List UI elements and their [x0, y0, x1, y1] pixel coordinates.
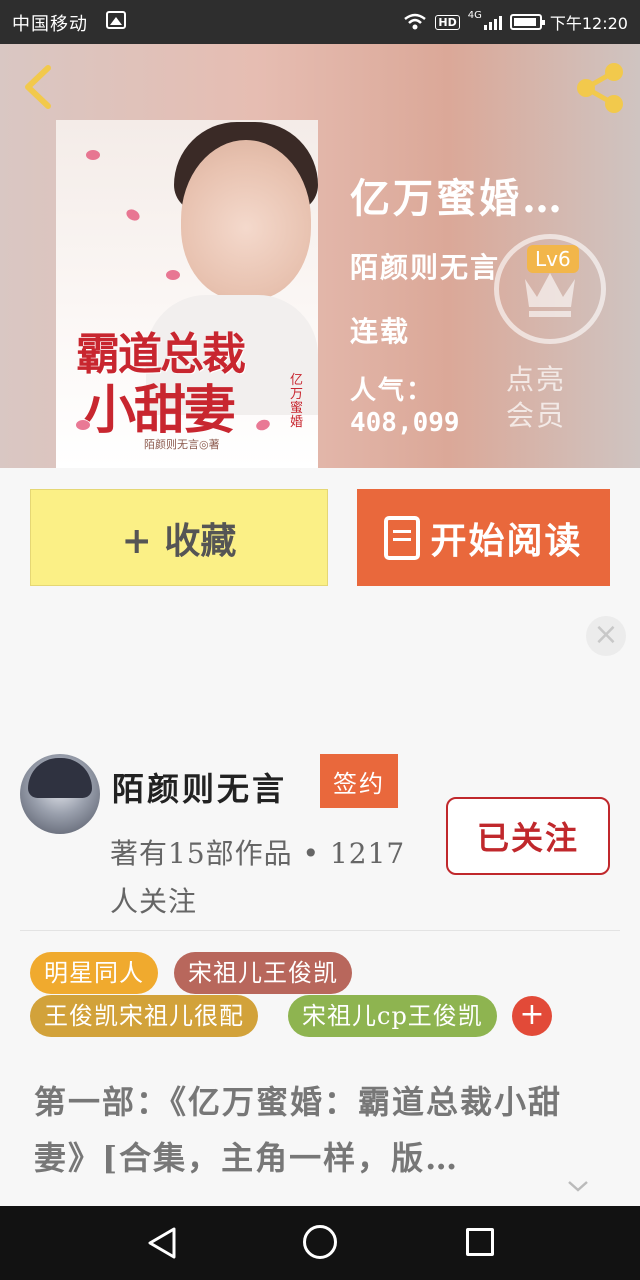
crown-icon [525, 273, 575, 317]
status-bar: 中国移动 HD 4G 下午12:20 [0, 0, 640, 44]
add-tag-button[interactable]: + [512, 996, 552, 1036]
tag-chip[interactable]: 宋祖儿cp王俊凯 [288, 995, 497, 1037]
book-status: 连载 [350, 315, 411, 348]
book-author[interactable]: 陌颜则无言 [350, 246, 500, 286]
book-title: 亿万蜜婚… [350, 175, 565, 222]
author-name[interactable]: 陌颜则无言 [112, 764, 287, 810]
clock: 下午12:20 [549, 14, 628, 33]
start-reading-label: 开始阅读 [430, 519, 583, 562]
nav-home-icon[interactable] [303, 1225, 337, 1259]
favorite-label: + 收藏 [121, 519, 237, 562]
nav-recent-apps-icon[interactable] [466, 1228, 494, 1256]
tag-chip[interactable]: 王俊凯宋祖儿很配 [30, 995, 258, 1037]
book-icon [384, 515, 421, 560]
follow-button[interactable]: 已关注 [446, 797, 610, 875]
image-notification-icon [106, 11, 126, 29]
avatar[interactable] [20, 754, 100, 834]
hd-badge: HD [435, 14, 460, 30]
vip-crown-badge[interactable]: Lv6 [494, 234, 606, 344]
cover-author: 陌颜则无言◎著 [144, 438, 220, 451]
share-icon[interactable] [572, 62, 628, 114]
level-badge: Lv6 [527, 245, 579, 273]
popularity-label: 人气： [350, 376, 435, 406]
popularity-value: 408,099 [350, 408, 460, 438]
wifi-icon [404, 13, 427, 30]
signed-badge: 签约 [320, 754, 398, 808]
chevron-left-icon[interactable] [18, 62, 58, 112]
carrier-label: 中国移动 [12, 14, 88, 35]
close-icon[interactable]: × [586, 616, 626, 656]
book-description[interactable]: 第一部：《亿万蜜婚：霸道总裁小甜妻》[合集，主角一样，版… [34, 1074, 614, 1186]
cover-title-line2: 小甜妻 [84, 380, 236, 441]
favorite-button[interactable]: + 收藏 [30, 489, 328, 586]
author-works-info: 著有15部作品 • 1217 人关注 [110, 837, 406, 918]
chevron-down-icon[interactable] [566, 1174, 590, 1198]
divider [20, 930, 620, 931]
member-prompt[interactable]: 点亮 会员 [506, 362, 566, 434]
start-reading-button[interactable]: 开始阅读 [357, 489, 610, 586]
nav-back-icon[interactable] [146, 1226, 178, 1260]
book-cover[interactable]: 霸道总裁 小甜妻 亿万蜜婚 陌颜则无言◎著 [56, 120, 318, 468]
signal-icon [483, 14, 502, 30]
network-type: 4G [467, 10, 482, 21]
cover-subtitle: 亿万蜜婚 [290, 373, 304, 430]
tag-chip[interactable]: 明星同人 [30, 952, 158, 994]
battery-icon [509, 14, 545, 30]
tag-chip[interactable]: 宋祖儿王俊凯 [174, 952, 352, 994]
status-icons: HD 4G 下午12:20 [403, 10, 628, 34]
